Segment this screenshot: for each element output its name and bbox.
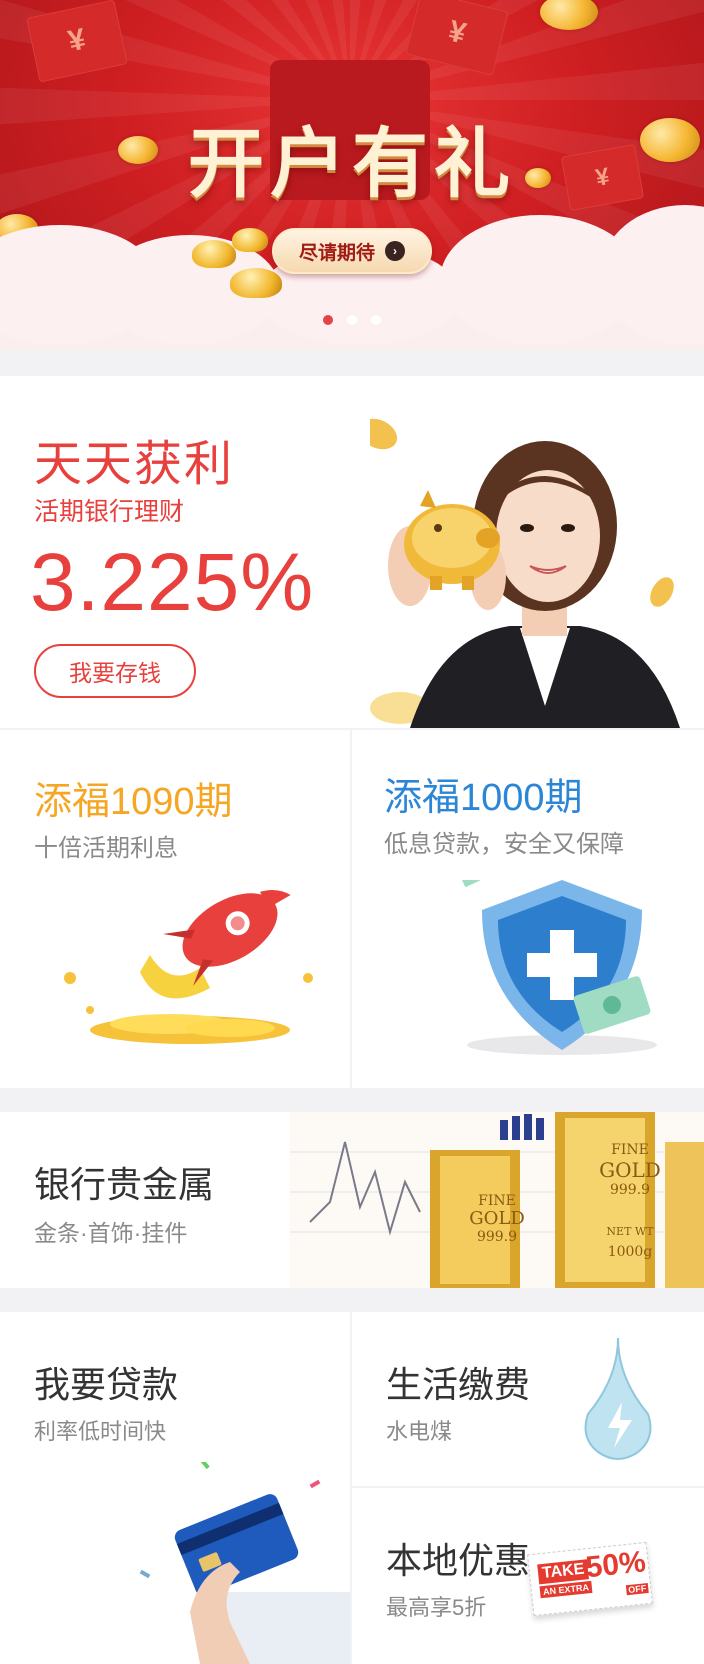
product-1090-title: 添福1090期 [34, 781, 233, 823]
shield-icon [462, 880, 657, 1055]
water-drop-icon [584, 1338, 652, 1460]
gold-bar-text: GOLD [599, 1158, 661, 1182]
coupon-off: OFF [625, 1582, 649, 1596]
rocket-icon [64, 889, 313, 1044]
product-1000-subtitle: 低息贷款，安全又保障 [384, 831, 624, 858]
woman-with-piggy-bank-illustration [370, 418, 680, 728]
gold-bar-1-label: FINE GOLD 999.9 [462, 1192, 532, 1246]
coupon-percent: 50% [584, 1545, 648, 1585]
product-card-1000[interactable]: 添福1000期 低息贷款，安全又保障 [352, 730, 704, 1088]
local-title: 本地优惠 [386, 1540, 531, 1581]
credit-card-icon [139, 1462, 350, 1664]
carousel-dot-active[interactable] [323, 315, 333, 325]
gold-bar-text: GOLD [469, 1208, 525, 1229]
local-subtitle: 最高享5折 [386, 1595, 487, 1620]
metal-title: 银行贵金属 [34, 1164, 215, 1205]
carousel-dot[interactable] [371, 315, 381, 325]
coupon-extra: AN EXTRA [539, 1580, 593, 1599]
product-card-1090[interactable]: 添福1090期 十倍活期利息 [0, 730, 350, 1088]
banner-clouds [0, 205, 704, 350]
gold-ingot-icon [192, 240, 236, 268]
featured-title: 天天获利 [34, 438, 235, 491]
coupon-badge: TAKE AN EXTRA 50% OFF [527, 1541, 653, 1617]
life-title: 生活缴费 [386, 1364, 531, 1405]
banner-cta-button[interactable]: 尽请期待 › [272, 228, 432, 274]
gold-bar-2-label: FINE GOLD 999.9 NET WT 1000g [590, 1140, 670, 1262]
gold-bar-text: FINE [611, 1142, 649, 1158]
local-deals-card[interactable]: 本地优惠 最高享5折 TAKE AN EXTRA 50% OFF [352, 1488, 704, 1664]
deposit-button-label: 我要存钱 [69, 660, 161, 686]
promo-banner[interactable]: ¥ ¥ ¥ 开户有礼 尽请期待 › [0, 0, 704, 350]
metal-subtitle: 金条·首饰·挂件 [34, 1220, 188, 1246]
featured-subtitle: 活期银行理财 [34, 498, 185, 526]
carousel-dots [0, 315, 704, 325]
carousel-dot[interactable] [347, 315, 357, 325]
product-1090-subtitle: 十倍活期利息 [34, 835, 178, 862]
chevron-right-icon: › [385, 241, 405, 261]
gold-bar-text: 1000g [607, 1244, 653, 1260]
loan-title: 我要贷款 [34, 1364, 179, 1405]
gold-ingot-icon [232, 228, 268, 252]
gold-ingot-icon [230, 268, 282, 298]
featured-product-card[interactable]: 天天获利 活期银行理财 3.225% 我要存钱 [0, 376, 704, 728]
gold-bar-text: 999.9 [476, 1229, 518, 1245]
deposit-button[interactable]: 我要存钱 [34, 644, 196, 698]
life-subtitle: 水电煤 [386, 1419, 453, 1444]
banner-title: 开户有礼 [188, 119, 516, 208]
loan-subtitle: 利率低时间快 [34, 1419, 167, 1444]
gold-bar-text: NET WT [606, 1225, 654, 1238]
banner-cta-label: 尽请期待 [298, 242, 375, 264]
precious-metal-card[interactable]: 银行贵金属 金条·首饰·挂件 FINE GOLD 999.9 FINE GOLD… [0, 1112, 704, 1288]
featured-rate: 3.225% [30, 537, 315, 628]
loan-card[interactable]: 我要贷款 利率低时间快 [0, 1312, 350, 1664]
envelope-symbol: ¥ [445, 14, 470, 51]
coupon-take: TAKE [537, 1559, 590, 1585]
envelope-symbol: ¥ [65, 22, 89, 59]
product-1000-title: 添福1000期 [384, 777, 583, 819]
life-payment-card[interactable]: 生活缴费 水电煤 [352, 1312, 704, 1486]
gold-bar-text: 999.9 [609, 1182, 651, 1198]
